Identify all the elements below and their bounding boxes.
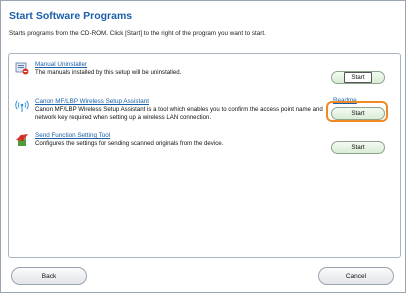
program-name[interactable]: Manual Uninstaller bbox=[35, 61, 87, 68]
send-function-icon bbox=[16, 134, 28, 146]
program-description: The manuals installed by this setup will… bbox=[35, 69, 182, 76]
program-description: Configures the settings for sending scan… bbox=[35, 140, 224, 147]
cancel-button[interactable]: Cancel bbox=[318, 267, 394, 285]
page-subtitle: Starts programs from the CD-ROM. Click [… bbox=[9, 30, 266, 37]
program-name[interactable]: Send Function Setting Tool bbox=[35, 132, 110, 139]
dialog-window: Start Software Programs Starts programs … bbox=[0, 0, 406, 293]
start-button-label: Start bbox=[351, 144, 365, 151]
start-button-highlight bbox=[326, 101, 388, 122]
program-list-panel: Manual Uninstaller The manuals installed… bbox=[8, 53, 401, 258]
start-button-send-function-setting-tool[interactable]: Start bbox=[331, 141, 385, 154]
start-button-label: Start bbox=[344, 72, 372, 83]
page-title: Start Software Programs bbox=[9, 10, 133, 22]
start-button-manual-uninstaller[interactable]: Start bbox=[331, 71, 385, 84]
wireless-icon bbox=[15, 100, 29, 112]
back-button[interactable]: Back bbox=[11, 267, 87, 285]
program-name[interactable]: Canon MF/LBP Wireless Setup Assistant bbox=[35, 98, 149, 105]
program-description: Canon MF/LBP Wireless Setup Assistant is… bbox=[35, 106, 323, 121]
uninstaller-icon bbox=[15, 62, 29, 75]
